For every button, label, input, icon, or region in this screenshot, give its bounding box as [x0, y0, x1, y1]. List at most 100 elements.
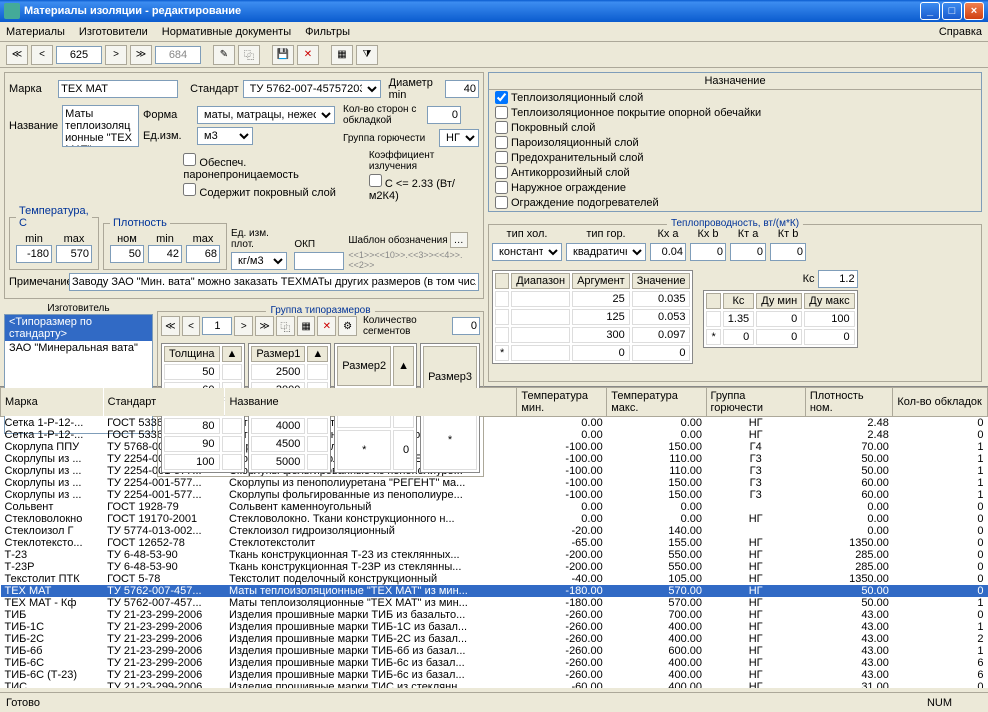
toolbar: ≪ < > ≫ ✎ ⿻ 💾 ✕ ▦ ⧩ [0, 42, 988, 68]
table-row[interactable]: ТИБ-6бТУ 21-23-299-2006Изделия прошивные… [1, 645, 988, 657]
menu-help[interactable]: Справка [939, 26, 982, 38]
ts-grid-icon[interactable]: ▦ [297, 316, 316, 336]
density-nom-input[interactable] [110, 245, 144, 263]
manufacturer-title: Изготовитель [4, 303, 153, 314]
table-row[interactable]: ТИБ-1СТУ 21-23-299-2006Изделия прошивные… [1, 621, 988, 633]
purpose-checkbox[interactable]: Антикоррозийный слой [489, 165, 981, 180]
close-button[interactable]: × [964, 2, 984, 20]
table-row[interactable]: СольвентГОСТ 1928-79Сольвент каменноугол… [1, 501, 988, 513]
table-row[interactable]: Скорлупы из ...ТУ 2254-001-577...Скорлуп… [1, 477, 988, 489]
table-row[interactable]: Скорлупы из ...ТУ 2254-001-577...Скорлуп… [1, 489, 988, 501]
table-row[interactable]: Сетка 1-Р-12-...ГОСТ 5336-80Сетка плетен… [1, 429, 988, 441]
cover-checkbox[interactable]: Содержит покровный слой [183, 183, 354, 199]
density-max-input[interactable] [186, 245, 220, 263]
save-icon[interactable]: 💾 [272, 45, 294, 65]
okp-input[interactable] [294, 252, 344, 270]
table-row[interactable]: СтекловолокноГОСТ 19170-2001Стекловолокн… [1, 513, 988, 525]
table-row[interactable]: TEX MATТУ 5762-007-457...Маты теплоизоля… [1, 585, 988, 597]
table-row[interactable]: ТИБТУ 21-23-299-2006Изделия прошивные ма… [1, 609, 988, 621]
standard-select[interactable]: ТУ 5762-007-45757203-00 [243, 80, 381, 98]
table-row[interactable]: Т-23ТУ 6-48-53-90Ткань конструкционная Т… [1, 549, 988, 561]
purpose-checkbox[interactable]: Обертка трубопроводов со спутниками [489, 210, 981, 212]
unit-select[interactable]: м3 [197, 127, 253, 145]
nav-pos-input[interactable] [56, 46, 102, 64]
purpose-title: Назначение [489, 73, 981, 90]
ts-first-button[interactable]: ≪ [161, 316, 180, 336]
emission-checkbox[interactable]: С <= 2.33 (Вт/м2К4) [369, 174, 479, 202]
ts-tool-icon[interactable]: ⚙ [338, 316, 357, 336]
marka-input[interactable] [58, 80, 178, 98]
ts-prev-button[interactable]: < [182, 316, 201, 336]
density-unit-select[interactable]: кг/м3 [231, 252, 287, 270]
ts-next-button[interactable]: > [234, 316, 253, 336]
table-row[interactable]: ТИСТУ 21-23-299-2006Изделия прошивные ма… [1, 681, 988, 688]
purpose-checkbox[interactable]: Покровный слой [489, 120, 981, 135]
flammability-select[interactable]: НГ [439, 129, 479, 147]
note-input[interactable] [69, 273, 479, 291]
table-row[interactable]: Т-23РТУ 6-48-53-90Ткань конструкционная … [1, 561, 988, 573]
menu-manufacturers[interactable]: Изготовители [79, 26, 148, 38]
ktb-input[interactable] [770, 243, 806, 261]
segments-label: Количество сегментов [363, 315, 450, 337]
purpose-checkbox[interactable]: Предохранительный слой [489, 150, 981, 165]
table-row[interactable]: ТИБ-6С (Т-23)ТУ 21-23-299-2006Изделия пр… [1, 669, 988, 681]
nav-alt-input [155, 46, 201, 64]
maximize-button[interactable]: □ [942, 2, 962, 20]
copy-icon[interactable]: ⿻ [238, 45, 260, 65]
minimize-button[interactable]: _ [920, 2, 940, 20]
ts-del-icon[interactable]: ✕ [317, 316, 336, 336]
form-select[interactable]: маты, матрацы, нежестк [197, 106, 335, 124]
menubar: Материалы Изготовители Нормативные докум… [0, 22, 988, 42]
density-fieldset: Плотность номminmax [103, 217, 227, 270]
density-min-input[interactable] [148, 245, 182, 263]
conductivity-grid[interactable]: ДиапазонАргументЗначение 250.0351250.053… [492, 270, 693, 364]
note-label: Примечание [9, 276, 65, 288]
temp-min-input[interactable] [16, 245, 52, 263]
ts-copy-icon[interactable]: ⿻ [276, 316, 295, 336]
kc-input[interactable] [818, 270, 858, 288]
diameter-input[interactable] [445, 80, 479, 98]
filter-icon[interactable]: ⧩ [356, 45, 378, 65]
purpose-checkbox[interactable]: Пароизоляционный слой [489, 135, 981, 150]
kxa-input[interactable] [650, 243, 686, 261]
nav-prev-button[interactable]: < [31, 45, 53, 65]
menu-materials[interactable]: Материалы [6, 26, 65, 38]
purpose-checkbox[interactable]: Наружное ограждение [489, 180, 981, 195]
temp-max-input[interactable] [56, 245, 92, 263]
kta-input[interactable] [730, 243, 766, 261]
table-row[interactable]: Сетка 1-Р-12-...ГОСТ 5336-80Сетка стальн… [1, 417, 988, 430]
purpose-checkbox[interactable]: Теплоизоляционное покрытие опорной обеча… [489, 105, 981, 120]
purpose-checkbox[interactable]: Теплоизоляционный слой [489, 90, 981, 105]
table-row[interactable]: ТИБ-6СТУ 21-23-299-2006Изделия прошивные… [1, 657, 988, 669]
kc-grid[interactable]: КсДу минДу макс 1.350100*000 [703, 290, 857, 348]
table-icon[interactable]: ▦ [331, 45, 353, 65]
table-row[interactable]: Скорлупы из ...ТУ 2254-001-577...Скорлуп… [1, 453, 988, 465]
edit-icon[interactable]: ✎ [213, 45, 235, 65]
table-row[interactable]: Стеклоизол ГТУ 5774-013-002...Стеклоизол… [1, 525, 988, 537]
flammability-label: Группа горючести [343, 133, 435, 144]
hot-type-select[interactable]: квадратичная [566, 243, 646, 261]
segments-input[interactable] [452, 317, 480, 335]
nav-next-button[interactable]: > [105, 45, 127, 65]
table-row[interactable]: TEX MAT - КфТУ 5762-007-457...Маты тепло… [1, 597, 988, 609]
materials-table-wrap[interactable]: МаркаСтандартНазваниеТемпература мин.Тем… [0, 386, 988, 688]
menu-docs[interactable]: Нормативные документы [162, 26, 291, 38]
delete-icon[interactable]: ✕ [297, 45, 319, 65]
name-input[interactable]: Маты теплоизоляционные "TEX MAT" из мине… [62, 105, 139, 147]
ts-last-button[interactable]: ≫ [255, 316, 274, 336]
table-row[interactable]: Скорлупы из ...ТУ 2254-001-577...Скорлуп… [1, 465, 988, 477]
table-row[interactable]: Скорлупа ППУТУ 5768-009-130...скорлупы и… [1, 441, 988, 453]
kxb-input[interactable] [690, 243, 726, 261]
sides-input[interactable] [427, 106, 461, 124]
ts-pos-input[interactable] [202, 317, 232, 335]
cold-type-select[interactable]: константа [492, 243, 562, 261]
menu-filters[interactable]: Фильтры [305, 26, 350, 38]
purpose-checkbox[interactable]: Ограждение подогревателей [489, 195, 981, 210]
table-row[interactable]: Текстолит ПТКГОСТ 5-78Текстолит поделочн… [1, 573, 988, 585]
nav-first-button[interactable]: ≪ [6, 45, 28, 65]
vapor-checkbox[interactable]: Обеспеч. паронепроницаемость [183, 153, 354, 181]
template-button[interactable]: … [450, 232, 468, 248]
nav-last-button[interactable]: ≫ [130, 45, 152, 65]
table-row[interactable]: Стеклотексто...ГОСТ 12652-78Стеклотексто… [1, 537, 988, 549]
table-row[interactable]: ТИБ-2СТУ 21-23-299-2006Изделия прошивные… [1, 633, 988, 645]
